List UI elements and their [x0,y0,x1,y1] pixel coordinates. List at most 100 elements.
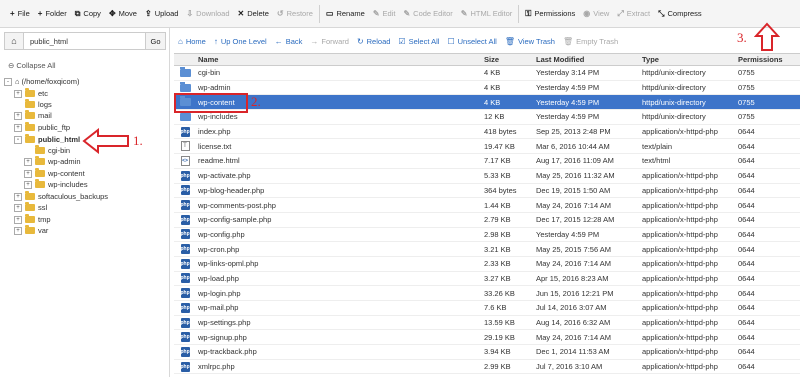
table-row[interactable]: cgi-bin 4 KB Yesterday 3:14 PM httpd/unix-d… [174,66,800,81]
compress-icon: ⤡ [658,8,665,18]
expand-toggle-icon[interactable]: + [24,180,32,189]
file-name: wp-signup.php [198,332,247,342]
nav-view-trash-button[interactable]: 🗑 View Trash [501,37,559,46]
tree-item-tmp[interactable]: + tmp [14,214,51,225]
table-row[interactable]: php wp-config-sample.php 2.79 KB Dec 17, 20… [174,213,800,228]
tree-item-etc[interactable]: + etc [14,88,48,99]
toolbar-button-label: Folder [45,9,67,18]
toolbar-rename-button[interactable]: ▭ Rename [322,0,369,28]
tree-item-softaculous-backups[interactable]: + softaculous_backups [14,191,108,202]
toolbar-upload-button[interactable]: ⇪ Upload [141,0,182,28]
table-row[interactable]: php wp-comments-post.php 1.44 KB May 24, 20… [174,198,800,213]
table-row[interactable]: php wp-links-opml.php 2.33 KB May 24, 2016 … [174,257,800,272]
toolbar-compress-button[interactable]: ⤡ Compress [654,0,706,28]
home-icon[interactable]: ⌂ [4,32,24,50]
expand-toggle-icon[interactable]: + [14,226,22,235]
table-row[interactable]: php index.php 418 bytes Sep 25, 2013 2:48 P… [174,125,800,140]
expand-toggle-icon[interactable]: + [14,111,22,120]
toolbar-delete-button[interactable]: ✕ Delete [234,0,273,28]
tree-item-wp-includes[interactable]: + wp-includes [24,179,88,190]
nav-forward-button[interactable]: → Forward [306,37,353,46]
nav-button-label: View Trash [517,36,555,46]
toolbar-permissions-button[interactable]: ⚿ Permissions [521,0,579,28]
nav-reload-button[interactable]: ↻ Reload [353,37,394,46]
table-row[interactable]: php wp-activate.php 5.33 KB May 25, 2016 11… [174,169,800,184]
table-row[interactable]: php wp-mail.php 7.6 KB Jul 14, 2016 3:07 AM… [174,301,800,316]
table-row[interactable]: Tlicense.txt 19.47 KB Mar 6, 2016 10:44 AM… [174,139,800,155]
header-last-modified[interactable]: Last Modified [536,55,642,64]
nav-empty-trash-button[interactable]: 🗑 Empty Trash [559,37,622,46]
html-file-icon: <> [180,155,190,166]
nav-up-one-level-button[interactable]: ↑ Up One Level [210,37,271,46]
toolbar-copy-button[interactable]: ⧉ Copy [71,0,105,28]
toolbar-folder-button[interactable]: + Folder [34,0,71,28]
path-row: ⌂ Go [4,32,166,50]
table-row[interactable]: wp-includes 12 KB Yesterday 4:59 PM httpd/u… [174,110,800,125]
file-size: 4 KB [484,68,501,78]
table-row[interactable]: php wp-settings.php 13.59 KB Aug 14, 2016 6… [174,316,800,331]
php-file-icon: php [180,185,190,196]
collapse-all-link[interactable]: ⊖ Collapse All [8,61,56,70]
header-type[interactable]: Type [642,55,738,64]
collapse-toggle-icon[interactable]: - [4,77,12,86]
toolbar-download-button[interactable]: ⇩ Download [182,0,233,28]
tree-item-home-foxqicom[interactable]: - ⌂ (/home/foxqicom) [4,76,79,87]
table-row[interactable]: php wp-signup.php 29.19 KB May 24, 2016 7:1… [174,330,800,346]
toolbar-restore-button[interactable]: ↺ Restore [273,0,317,28]
nav-select-all-button[interactable]: ☑ Select All [394,37,443,46]
tree-item-mail[interactable]: + mail [14,110,52,121]
table-row[interactable]: wp-admin 4 KB Yesterday 4:59 PM httpd/unix-… [174,81,800,96]
file-last-modified: Aug 14, 2016 6:32 AM [536,318,611,328]
table-row[interactable]: php wp-config.php 2.98 KB Yesterday 4:59 PM… [174,228,800,243]
nav-unselect-all-button[interactable]: ☐ Unselect All [443,37,500,46]
header-size[interactable]: Size [484,55,536,64]
file-icon-cell: php [174,185,196,196]
toolbar-html-editor-button[interactable]: ✎ HTML Editor [457,0,517,28]
file-size: 7.6 KB [484,303,507,313]
table-row[interactable]: php wp-login.php 33.26 KB Jun 15, 2016 12:2… [174,286,800,301]
toolbar-file-button[interactable]: + File [6,0,34,28]
expand-toggle-icon[interactable]: + [14,123,22,132]
expand-toggle-icon[interactable]: + [14,215,22,224]
folder-icon [25,88,35,97]
file-size: 3.94 KB [484,347,511,357]
toolbar-edit-button[interactable]: ✎ Edit [369,0,400,28]
table-row[interactable]: php wp-trackback.php 3.94 KB Dec 1, 2014 11… [174,345,800,360]
tree-item-public-ftp[interactable]: + public_ftp [14,122,70,133]
header-permissions[interactable]: Permissions [738,55,794,64]
nav-home-button[interactable]: ⌂ Home [174,37,210,46]
expand-toggle-icon[interactable]: + [14,203,22,212]
toolbar-view-button[interactable]: ◉ View [579,0,613,28]
tree-item-logs[interactable]: logs [14,99,52,110]
go-button[interactable]: Go [146,32,166,50]
file-icon-cell [174,110,196,121]
tree-item-ssl[interactable]: + ssl [14,202,47,213]
php-file-icon: php [180,258,190,269]
expand-toggle-icon[interactable]: + [14,192,22,201]
toolbar-button-label: Rename [336,9,365,18]
nav-back-button[interactable]: ← Back [271,37,307,46]
path-input[interactable] [24,32,146,50]
toolbar-move-button[interactable]: ✥ Move [105,0,141,28]
tree-item-wp-content[interactable]: + wp-content [24,168,85,179]
toolbar-extract-button[interactable]: ⤢ Extract [613,0,654,28]
toolbar-button-label: Permissions [534,9,576,18]
file-name: wp-login.php [198,288,241,298]
tree-item-cgi-bin[interactable]: cgi-bin [24,145,70,156]
table-row[interactable]: php xmlrpc.php 2.99 KB Jul 7, 2016 3:10 AM a… [174,360,800,375]
table-row[interactable]: php wp-blog-header.php 364 bytes Dec 19, 20… [174,184,800,199]
collapse-toggle-icon[interactable]: - [14,135,22,144]
expand-toggle-icon[interactable]: + [14,89,22,98]
table-row[interactable]: <> readme.html 7.17 KB Aug 17, 2016 11:09 A… [174,154,800,169]
expand-toggle-icon[interactable]: + [24,157,32,166]
table-row[interactable]: wp-content 4 KB Yesterday 4:59 PM httpd/uni… [174,95,800,111]
toolbar-code-editor-button[interactable]: ✎ Code Editor [399,0,456,28]
tree-item-public-html[interactable]: - public_html [14,134,80,145]
header-name[interactable]: Name [196,55,484,64]
expand-toggle-icon[interactable]: + [24,169,32,178]
table-row[interactable]: php wp-cron.php 3.21 KB May 25, 2015 7:56 A… [174,242,800,257]
file-last-modified: May 24, 2016 7:14 AM [536,332,612,342]
tree-item-wp-admin[interactable]: + wp-admin [24,156,81,167]
table-row[interactable]: php wp-load.php 3.27 KB Apr 15, 2016 8:23 A… [174,272,800,287]
tree-item-var[interactable]: + var [14,225,48,236]
